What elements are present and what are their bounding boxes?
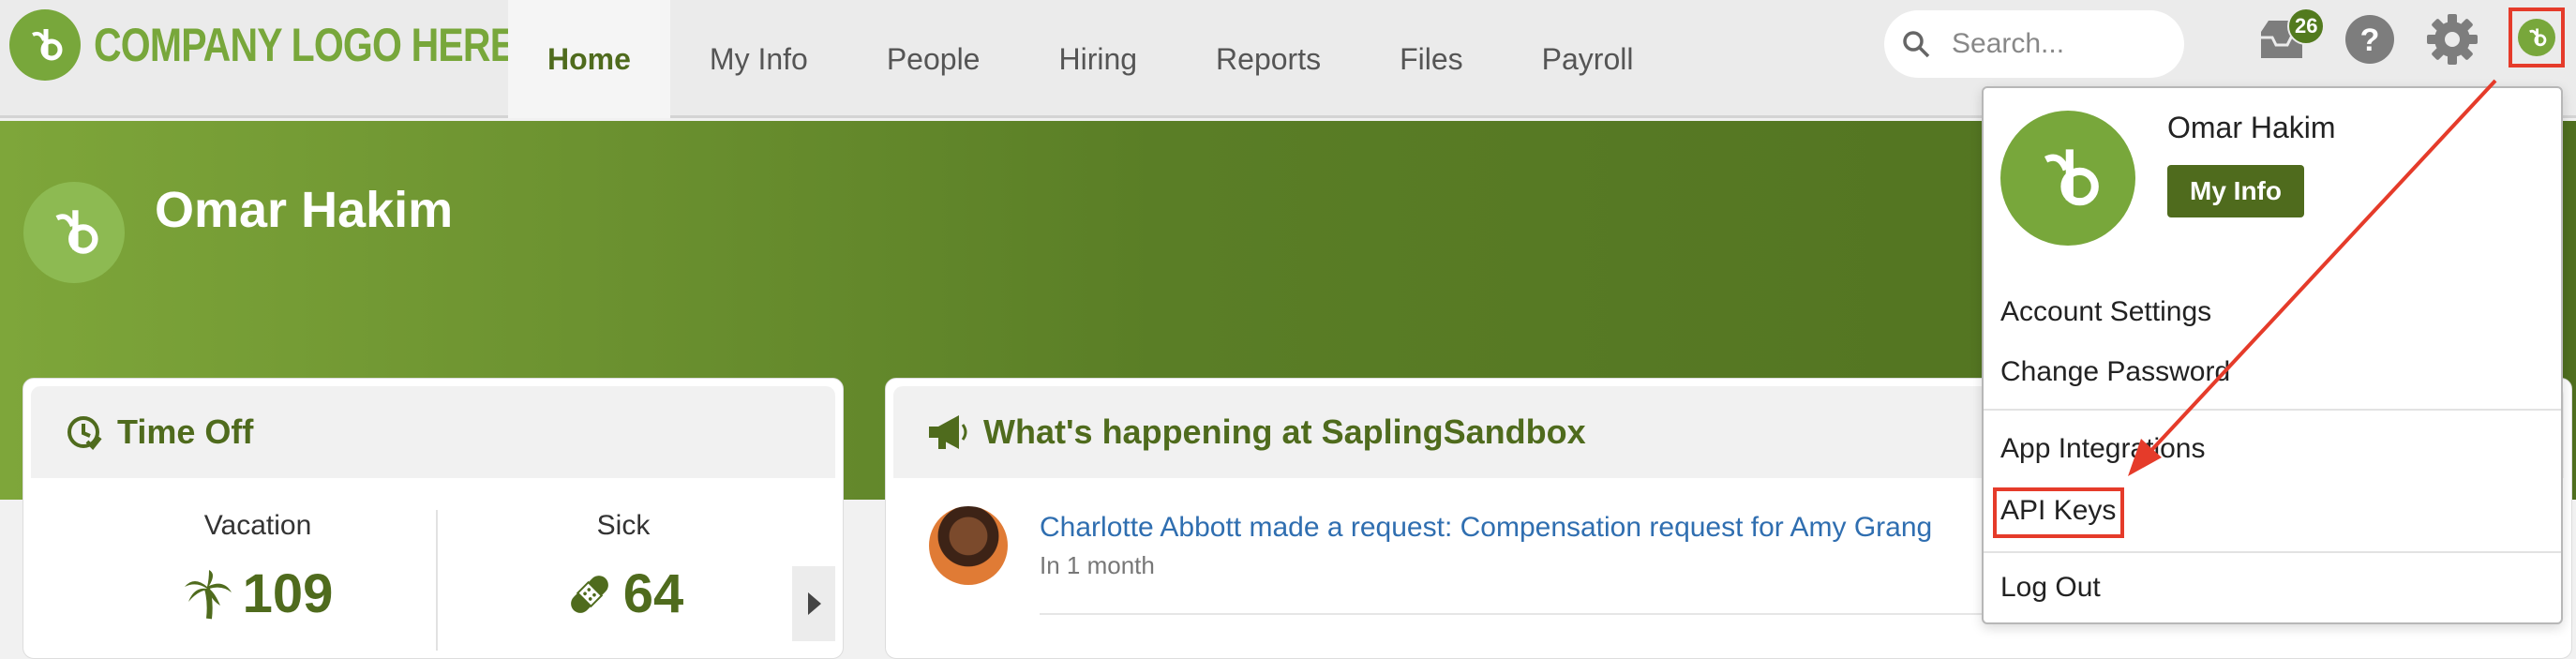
megaphone-icon [929, 415, 967, 449]
whats-happening-title: What's happening at SaplingSandbox [983, 412, 1586, 451]
nav-my-info[interactable]: My Info [670, 0, 847, 118]
api-keys-highlight-box [1993, 487, 2124, 538]
my-info-button[interactable]: My Info [2167, 165, 2304, 217]
log-out-item[interactable]: Log Out [2000, 572, 2101, 604]
app-integrations-item[interactable]: App Integrations [2000, 433, 2205, 465]
profile-name: Omar Hakim [155, 182, 454, 238]
nav-files[interactable]: Files [1360, 0, 1503, 118]
feed-item-time: In 1 month [1040, 551, 1155, 579]
dropdown-avatar [2000, 111, 2135, 246]
palm-tree-icon [184, 569, 232, 619]
inbox-badge: 26 [2287, 7, 2326, 45]
time-off-card: Time Off Vacation 109 Sick 64 [22, 378, 844, 659]
vacation-balance[interactable]: Vacation 109 [80, 510, 436, 625]
svg-text:?: ? [2360, 22, 2380, 58]
vacation-value: 109 [242, 563, 334, 624]
nav-reports[interactable]: Reports [1176, 0, 1360, 118]
bandage-icon [570, 575, 608, 613]
menu-separator [1984, 409, 2561, 411]
help-button[interactable]: ? [2340, 9, 2400, 69]
vacation-label: Vacation [203, 510, 312, 541]
bamboo-logo-icon [9, 9, 81, 81]
sick-label: Sick [596, 510, 651, 541]
search-icon [1903, 31, 1930, 58]
search-input[interactable]: Search... [1884, 10, 2184, 78]
feed-item-link[interactable]: Charlotte Abbott made a request: Compens… [1040, 512, 1932, 544]
search-placeholder: Search... [1952, 28, 2065, 59]
user-dropdown-menu: Omar Hakim My Info Account Settings Chan… [1982, 86, 2563, 624]
next-arrow-button[interactable] [792, 566, 835, 641]
settings-button[interactable] [2422, 9, 2482, 69]
nav-payroll[interactable]: Payroll [1503, 0, 1673, 118]
logo-text: COMPANY LOGO HERE [94, 19, 516, 71]
sick-balance[interactable]: Sick 64 [445, 510, 801, 625]
inbox-button[interactable]: 26 [2252, 7, 2326, 69]
menu-separator [1984, 551, 2561, 553]
chevron-right-icon [808, 592, 821, 615]
dropdown-user-name: Omar Hakim [2167, 111, 2336, 144]
main-nav: Home My Info People Hiring Reports Files… [508, 0, 1672, 118]
change-password-item[interactable]: Change Password [2000, 356, 2230, 388]
help-icon: ? [2345, 15, 2394, 64]
gear-icon [2427, 14, 2478, 65]
time-off-header: Time Off [31, 386, 835, 478]
nav-people[interactable]: People [847, 0, 1020, 118]
user-menu-button[interactable] [2509, 7, 2565, 67]
nav-hiring[interactable]: Hiring [1019, 0, 1176, 118]
account-settings-item[interactable]: Account Settings [2000, 296, 2211, 328]
nav-home[interactable]: Home [508, 0, 670, 118]
feed-user-avatar[interactable] [929, 506, 1008, 585]
sick-value: 64 [622, 563, 684, 624]
user-avatar-icon [2518, 19, 2555, 56]
clock-icon [67, 416, 102, 450]
column-divider [436, 510, 438, 651]
profile-avatar [23, 182, 125, 283]
time-off-title: Time Off [117, 412, 254, 451]
